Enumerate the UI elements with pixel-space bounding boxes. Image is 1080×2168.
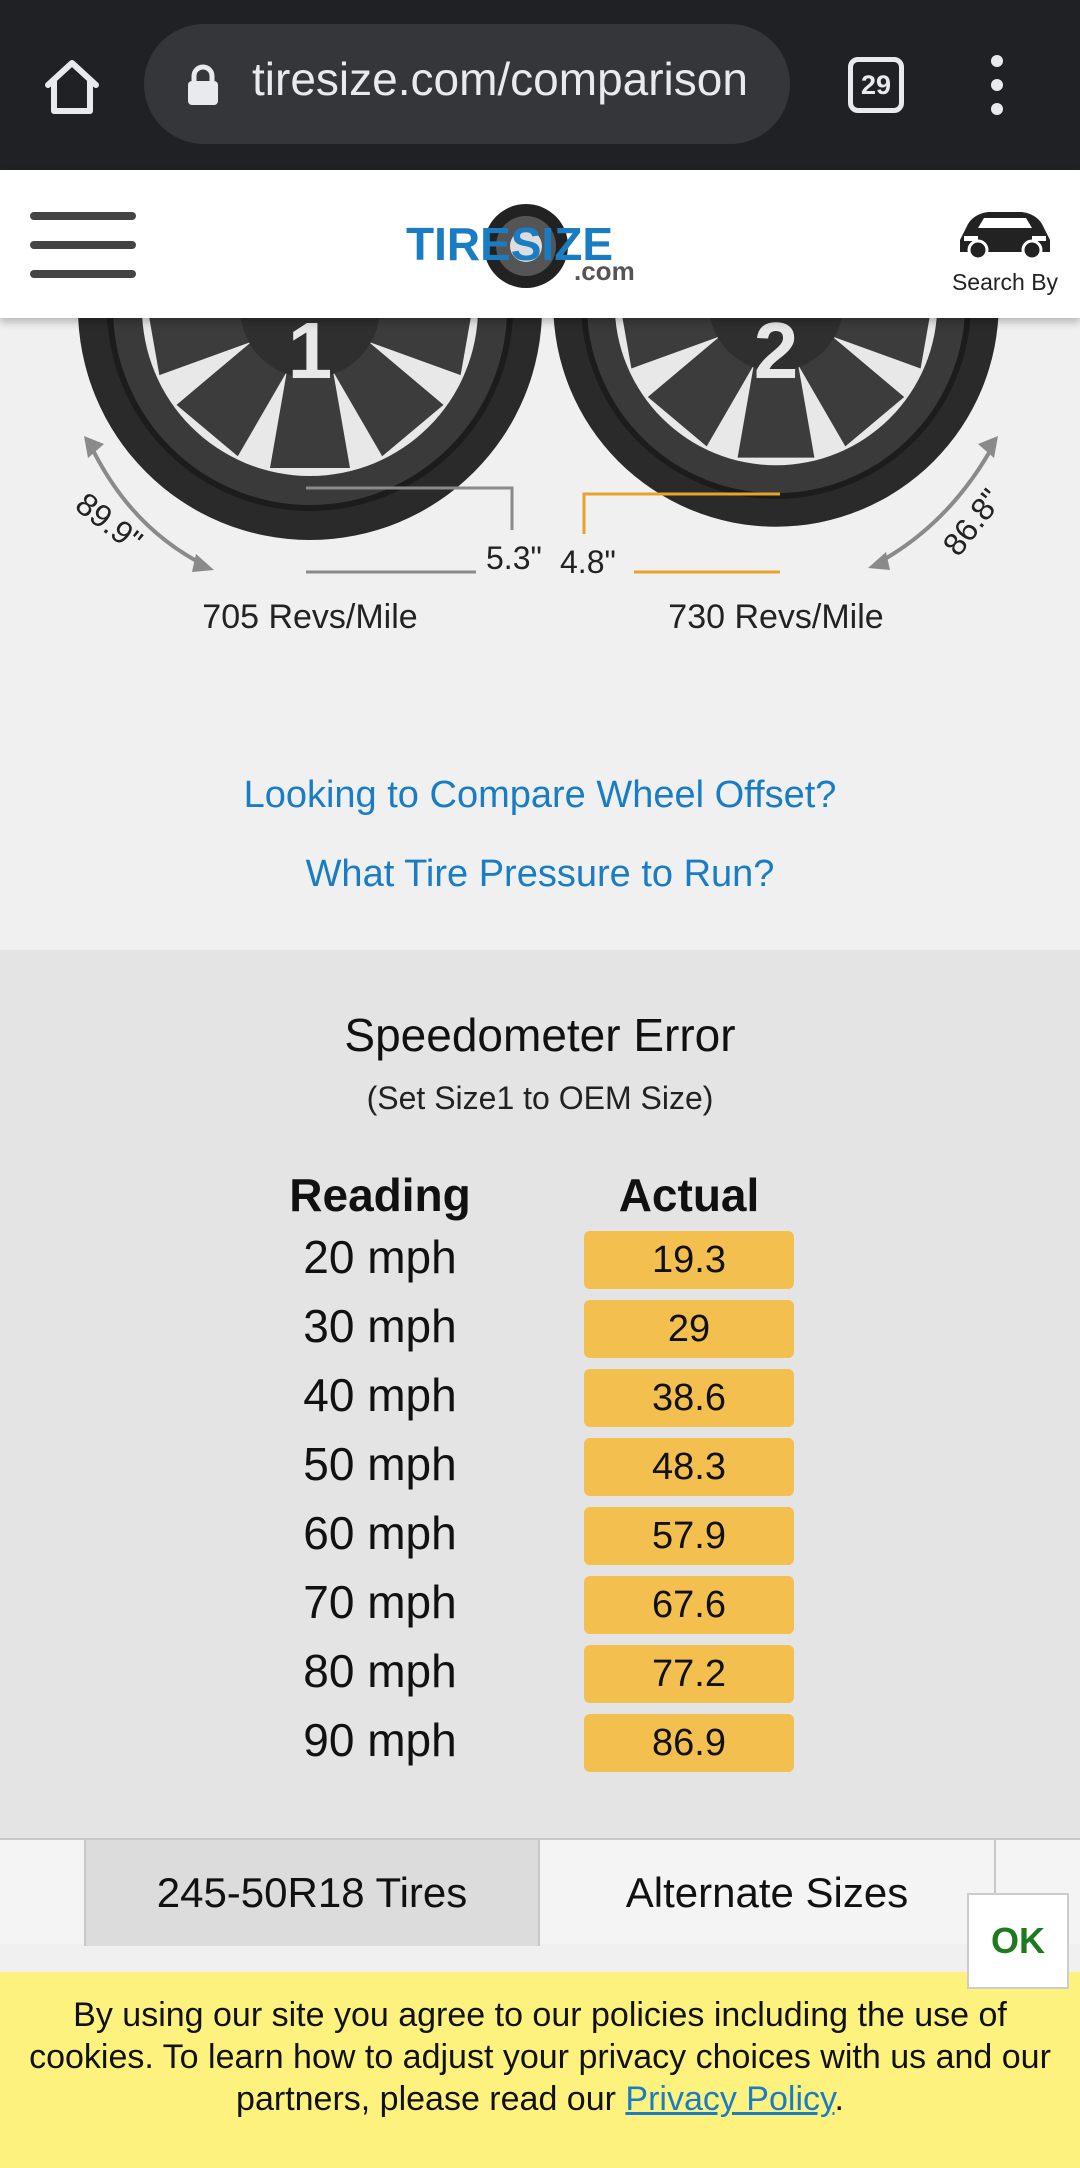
tire-2-revs: 730 Revs/Mile [668, 598, 884, 636]
reading-cell: 30 mph [303, 1300, 457, 1352]
speedometer-subtitle: (Set Size1 to OEM Size) [366, 1080, 714, 1116]
reading-cell: 20 mph [303, 1231, 457, 1283]
actual-column-header: Actual [618, 1169, 760, 1221]
address-bar[interactable]: tiresize.com/comparison [144, 24, 790, 144]
wheel-offset-link[interactable]: Looking to Compare Wheel Offset? [0, 774, 1080, 817]
tab-alternate-sizes[interactable]: Alternate Sizes [538, 1840, 994, 1946]
speedometer-error-section: Speedometer Error (Set Size1 to OEM Size… [0, 950, 1080, 1838]
tire-2-number: 2 [754, 318, 799, 395]
tire-1-revs: 705 Revs/Mile [202, 598, 418, 636]
search-by-button[interactable]: Search By [940, 202, 1070, 296]
cookie-ok-button[interactable]: OK [967, 1893, 1069, 1989]
cookie-message: By using our site you agree to our polic… [20, 1994, 1060, 2120]
cookie-banner: By using our site you agree to our polic… [0, 1972, 1080, 2168]
site-logo[interactable]: TIRESIZE .com [404, 200, 676, 292]
reading-cell: 60 mph [303, 1507, 457, 1559]
reading-cell: 40 mph [303, 1369, 457, 1421]
car-icon [960, 212, 1050, 261]
actual-cell: 67.6 [584, 1576, 794, 1634]
home-icon[interactable] [40, 55, 104, 119]
reading-cell: 50 mph [303, 1438, 457, 1490]
privacy-policy-link[interactable]: Privacy Policy [625, 2080, 834, 2118]
tire-comparison: 1 2 89.9" 86.8" 5.3" 4.8" 705 Revs/Mile … [0, 318, 1080, 950]
tire-pressure-link[interactable]: What Tire Pressure to Run? [0, 853, 1080, 896]
actual-cell: 19.3 [584, 1231, 794, 1289]
actual-cell: 77.2 [584, 1645, 794, 1703]
reading-cell: 90 mph [303, 1714, 457, 1766]
results-tab-bar: 245-50R18 Tires Alternate Sizes [0, 1838, 1080, 1946]
actual-cell: 57.9 [584, 1507, 794, 1565]
tire-1-number: 1 [288, 318, 333, 395]
lock-icon [186, 64, 220, 106]
tire-2-width-label: 4.8" [560, 544, 616, 580]
tab-switcher-button[interactable]: 29 [848, 57, 904, 113]
hamburger-menu-icon[interactable] [30, 212, 136, 278]
actual-cell: 29 [584, 1300, 794, 1358]
tire-1-width-label: 5.3" [486, 540, 542, 576]
tab-previous[interactable] [0, 1840, 84, 1946]
url-text: tiresize.com/comparison [252, 53, 748, 105]
browser-toolbar: tiresize.com/comparison 29 [0, 0, 1080, 170]
actual-cell: 48.3 [584, 1438, 794, 1496]
logo-subtext: .com [574, 256, 635, 286]
tire-1-image: 1 [78, 318, 542, 540]
reading-cell: 70 mph [303, 1576, 457, 1628]
site-header: TIRESIZE .com Search By [0, 170, 1080, 318]
speedometer-title: Speedometer Error [344, 1009, 736, 1061]
search-by-label: Search By [951, 269, 1059, 295]
cookie-text-end: . [834, 2080, 844, 2118]
more-options-icon[interactable] [982, 55, 1012, 115]
cookie-text: By using our site you agree to our polic… [29, 1996, 1051, 2118]
reading-column-header: Reading [289, 1169, 471, 1221]
actual-cell: 86.9 [584, 1714, 794, 1772]
tab-size-tires[interactable]: 245-50R18 Tires [84, 1840, 538, 1946]
actual-cell: 38.6 [584, 1369, 794, 1427]
reading-cell: 80 mph [303, 1645, 457, 1697]
